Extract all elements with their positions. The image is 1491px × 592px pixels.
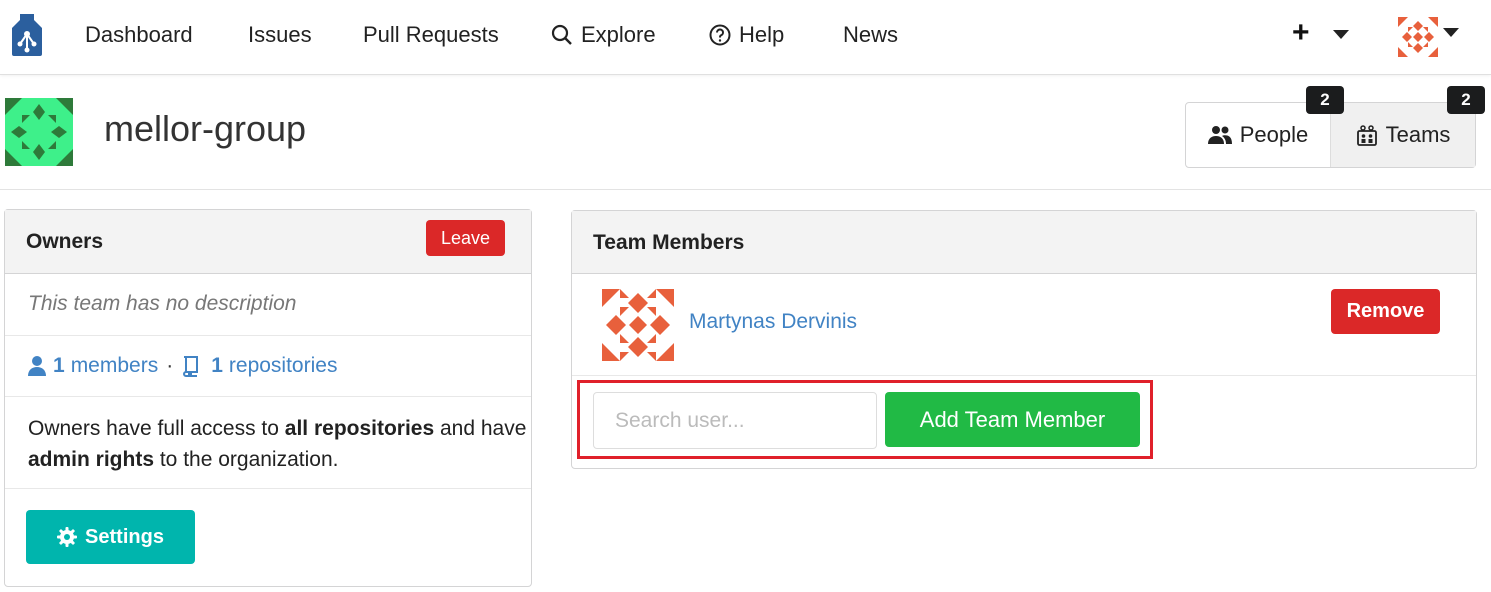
perm-text-1: Owners have full access to [28, 417, 285, 440]
search-user-input[interactable] [593, 392, 877, 449]
add-member-row: Add Team Member [572, 376, 1476, 466]
team-description: This team has no description [28, 292, 297, 315]
nav-pull-requests-label: Pull Requests [363, 22, 499, 47]
members-link[interactable]: 1 members [53, 354, 158, 378]
team-members-header: Team Members [572, 211, 1476, 274]
gitea-logo-icon[interactable] [8, 12, 46, 58]
nav-pull-requests[interactable]: Pull Requests [363, 22, 499, 48]
create-dropdown-caret-icon[interactable] [1333, 30, 1349, 39]
team-permission-row: Owners have full access to all repositor… [5, 397, 531, 489]
perm-text-all-repos: all repositories [284, 417, 435, 440]
help-circle-icon [709, 24, 731, 46]
team-members-panel: Team Members Martynas Dervinis Remove Ad… [571, 210, 1477, 469]
team-name: Owners [26, 230, 104, 253]
header-divider [0, 189, 1491, 190]
team-stats: 1 members · 1 repositories [27, 354, 337, 378]
nav-dashboard[interactable]: Dashboard [85, 22, 193, 48]
nav-news[interactable]: News [843, 22, 898, 48]
team-info-panel: Owners Leave This team has no descriptio… [4, 209, 532, 587]
repos-count: 1 [211, 354, 223, 377]
add-team-member-button[interactable]: Add Team Member [885, 392, 1140, 447]
settings-label: Settings [85, 525, 164, 548]
perm-text-2: and have [434, 417, 527, 440]
user-menu-caret-icon[interactable] [1443, 28, 1459, 37]
leave-button[interactable]: Leave [426, 220, 505, 256]
people-icon [1207, 126, 1232, 144]
team-members-title: Team Members [593, 231, 745, 254]
tab-people-label: People [1239, 122, 1309, 147]
member-name-link[interactable]: Martynas Dervinis [689, 310, 857, 334]
gear-icon [57, 527, 78, 547]
team-info-header: Owners Leave [5, 210, 531, 274]
perm-text-3: to the organization. [154, 448, 339, 471]
perm-text-admin-rights: admin rights [28, 448, 155, 471]
user-avatar-icon[interactable] [1398, 17, 1438, 57]
people-count-badge: 2 [1306, 86, 1344, 114]
repositories-link[interactable]: 1 repositories [211, 354, 337, 378]
remove-member-button[interactable]: Remove [1331, 289, 1440, 334]
team-actions-row: Settings [5, 489, 531, 585]
member-avatar[interactable] [602, 289, 674, 361]
teams-icon [1356, 125, 1377, 146]
members-count: 1 [53, 354, 65, 377]
nav-dashboard-label: Dashboard [85, 22, 193, 47]
repo-icon [183, 356, 199, 377]
team-member-row: Martynas Dervinis Remove [572, 274, 1476, 376]
nav-help[interactable]: Help [709, 22, 784, 48]
nav-explore[interactable]: Explore [551, 22, 656, 48]
create-new-button[interactable]: + [1292, 18, 1310, 48]
nav-help-label: Help [739, 22, 785, 47]
nav-explore-label: Explore [581, 22, 656, 47]
team-permission-text: Owners have full access to all repositor… [28, 413, 531, 475]
teams-count-badge: 2 [1447, 86, 1485, 114]
nav-issues-label: Issues [248, 22, 312, 47]
nav-news-label: News [843, 22, 899, 47]
repos-label: repositories [228, 354, 338, 377]
members-label: members [70, 354, 159, 377]
tab-teams-label: Teams [1385, 122, 1451, 147]
search-icon [551, 24, 572, 45]
nav-issues[interactable]: Issues [248, 22, 312, 48]
team-stats-row: 1 members · 1 repositories [5, 336, 531, 397]
person-icon [28, 356, 46, 376]
org-name: mellor-group [104, 108, 307, 149]
org-avatar [5, 98, 73, 166]
top-navbar: Dashboard Issues Pull Requests Explore H… [0, 0, 1491, 75]
stats-separator: · [166, 354, 174, 377]
team-description-row: This team has no description [5, 274, 531, 336]
settings-button[interactable]: Settings [26, 510, 195, 564]
